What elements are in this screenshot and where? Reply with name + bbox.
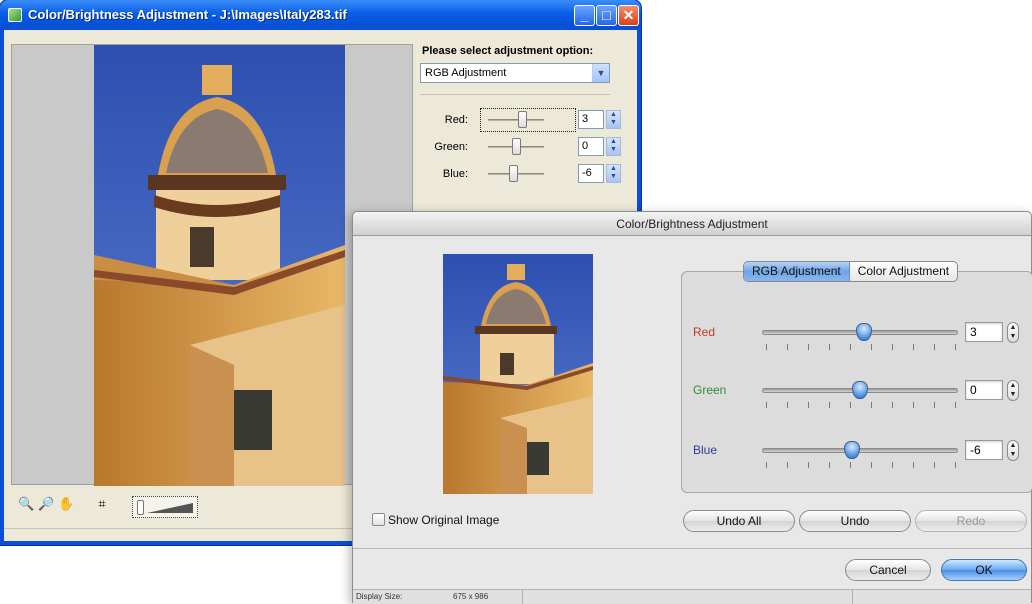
undo-button[interactable]: Undo bbox=[799, 510, 911, 532]
church-dome-photo bbox=[94, 45, 345, 486]
blue-label: Blue: bbox=[442, 168, 468, 180]
xp-slider-row-green: Green: 0 ▲ ▼ bbox=[420, 135, 621, 159]
adjustment-option-value: RGB Adjustment bbox=[425, 67, 507, 79]
status-cell-2 bbox=[523, 590, 853, 604]
zoom-slider-thumb[interactable] bbox=[137, 500, 144, 515]
red-label: Red bbox=[693, 325, 716, 339]
hand-pan-icon[interactable]: ✋ bbox=[58, 496, 74, 512]
church-dome-thumbnail bbox=[443, 254, 593, 494]
app-icon bbox=[8, 8, 22, 22]
blue-stepper[interactable]: ▲ ▼ bbox=[1007, 440, 1019, 461]
blue-value-input[interactable]: -6 bbox=[578, 164, 604, 183]
red-slider-track[interactable] bbox=[488, 119, 544, 121]
mac-slider-row-blue: Blue -6 ▲ ▼ bbox=[681, 440, 1032, 480]
status-cell-3 bbox=[853, 590, 1032, 604]
mac-title-bar[interactable]: Color/Brightness Adjustment bbox=[353, 212, 1031, 236]
display-size-label: Display Size: bbox=[356, 592, 403, 601]
red-stepper[interactable]: ▲ ▼ bbox=[1007, 322, 1019, 343]
option-label: Please select adjustment option: bbox=[422, 45, 594, 57]
tab-color-adjustment[interactable]: Color Adjustment bbox=[850, 262, 957, 281]
status-bar: Display Size: 675 x 986 bbox=[353, 589, 1031, 604]
red-label: Red: bbox=[444, 114, 468, 126]
close-button[interactable]: ✕ bbox=[618, 5, 639, 26]
green-slider-thumb[interactable] bbox=[852, 381, 868, 399]
green-label: Green bbox=[693, 383, 727, 397]
mac-footer-separator bbox=[353, 548, 1031, 549]
xp-title-bar[interactable]: Color/Brightness Adjustment - J:\Images\… bbox=[0, 0, 641, 30]
undo-all-button[interactable]: Undo All bbox=[683, 510, 795, 532]
adjustment-option-select[interactable]: RGB Adjustment ▼ bbox=[420, 63, 610, 83]
zoom-out-icon[interactable]: 🔎 bbox=[38, 496, 54, 512]
green-value-input[interactable]: 0 bbox=[965, 380, 1003, 400]
redo-button[interactable]: Redo bbox=[915, 510, 1027, 532]
blue-slider-track[interactable] bbox=[762, 448, 958, 453]
blue-spinner[interactable]: ▲ ▼ bbox=[606, 164, 621, 183]
display-size-cell: Display Size: 675 x 986 bbox=[353, 590, 523, 604]
zoom-slider-wedge bbox=[147, 503, 193, 513]
display-size-value: 675 x 986 bbox=[453, 592, 489, 601]
adjustment-tabs: RGB Adjustment Color Adjustment bbox=[743, 261, 959, 282]
show-original-checkbox[interactable]: Show Original Image bbox=[372, 513, 499, 527]
fit-to-window-icon[interactable]: ⌗ bbox=[94, 496, 110, 512]
green-spinner[interactable]: ▲ ▼ bbox=[606, 137, 621, 156]
blue-value-input[interactable]: -6 bbox=[965, 440, 1003, 460]
minimize-button[interactable]: _ bbox=[574, 5, 595, 26]
chevron-down-icon[interactable]: ▼ bbox=[592, 64, 609, 82]
xp-separator bbox=[420, 94, 610, 95]
red-slider-thumb[interactable] bbox=[855, 323, 872, 341]
mac-slider-row-red: Red 3 ▲ ▼ bbox=[681, 322, 1032, 362]
xp-slider-row-red: Red: 3 ▲ ▼ bbox=[420, 108, 621, 132]
green-slider-thumb[interactable] bbox=[512, 138, 521, 155]
blue-slider-thumb[interactable] bbox=[844, 441, 861, 459]
red-slider-ticks bbox=[766, 344, 956, 350]
zoom-in-icon[interactable]: 🔍 bbox=[18, 496, 34, 512]
red-value-input[interactable]: 3 bbox=[578, 110, 604, 129]
mac-window-title: Color/Brightness Adjustment bbox=[616, 217, 768, 231]
red-value-input[interactable]: 3 bbox=[965, 322, 1003, 342]
show-original-label: Show Original Image bbox=[388, 513, 500, 527]
zoom-slider[interactable] bbox=[132, 496, 198, 518]
mac-adjustment-dialog: Color/Brightness Adjustment RGB Adjustme… bbox=[352, 211, 1032, 604]
xp-window-title: Color/Brightness Adjustment - J:\Images\… bbox=[28, 7, 347, 22]
ok-button[interactable]: OK bbox=[941, 559, 1027, 581]
red-spinner[interactable]: ▲ ▼ bbox=[606, 110, 621, 129]
green-value-input[interactable]: 0 bbox=[578, 137, 604, 156]
mac-slider-row-green: Green 0 ▲ ▼ bbox=[681, 380, 1032, 420]
checkbox-box[interactable] bbox=[372, 513, 385, 526]
green-slider-ticks bbox=[766, 402, 956, 408]
cancel-button[interactable]: Cancel bbox=[845, 559, 931, 581]
blue-slider-thumb[interactable] bbox=[509, 165, 519, 182]
mac-image-preview bbox=[443, 254, 593, 494]
green-stepper[interactable]: ▲ ▼ bbox=[1007, 380, 1019, 401]
blue-slider-ticks bbox=[766, 462, 956, 468]
tab-rgb-adjustment[interactable]: RGB Adjustment bbox=[744, 262, 850, 281]
red-slider-thumb[interactable] bbox=[517, 111, 527, 128]
blue-label: Blue bbox=[693, 443, 718, 457]
green-label: Green: bbox=[434, 141, 468, 153]
xp-slider-row-blue: Blue: -6 ▲ ▼ bbox=[420, 162, 621, 186]
maximize-button[interactable]: □ bbox=[596, 5, 617, 26]
